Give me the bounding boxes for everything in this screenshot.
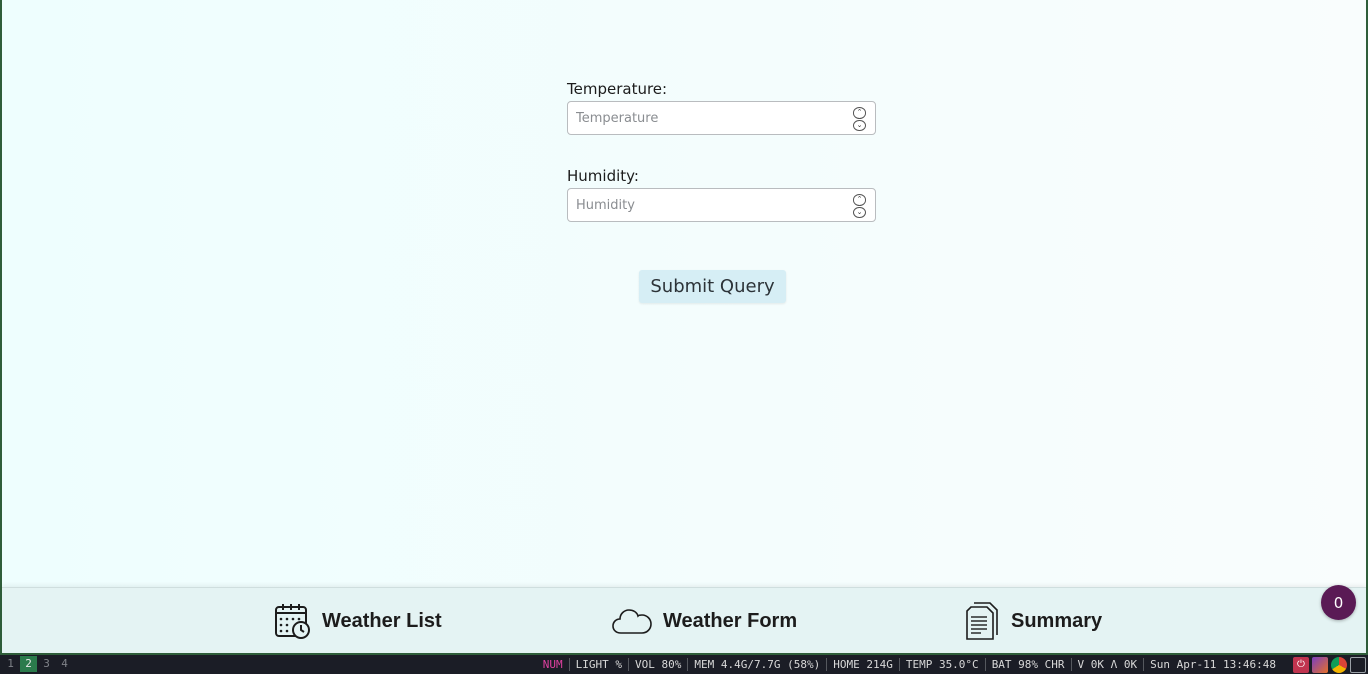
temperature-label: Temperature:	[567, 80, 668, 98]
temperature-input[interactable]	[568, 102, 875, 134]
datetime-indicator: Sun Apr-11 13:46:48	[1150, 658, 1276, 671]
temp-indicator: TEMP 35.0°C	[900, 658, 986, 671]
nav-weather-list[interactable]: Weather List	[274, 602, 442, 640]
calendar-clock-icon	[275, 604, 310, 639]
stepper-up-icon[interactable]: ⌃	[853, 194, 866, 206]
temperature-input-wrapper: ⌃ ⌄	[567, 101, 876, 135]
workspace-1[interactable]: 1	[2, 656, 19, 672]
notification-badge[interactable]: 0	[1321, 585, 1356, 620]
submit-button[interactable]: Submit Query	[639, 270, 786, 303]
system-statusbar: 1 2 3 4 NUM LIGHT % VOL 80% MEM 4.4G/7.7…	[0, 655, 1368, 674]
display-icon[interactable]	[1350, 656, 1366, 673]
humidity-stepper[interactable]: ⌃ ⌄	[853, 194, 866, 218]
status-items: NUM LIGHT % VOL 80% MEM 4.4G/7.7G (58%) …	[537, 655, 1282, 674]
workspace-4[interactable]: 4	[56, 656, 73, 672]
app-window: Temperature: ⌃ ⌄ Humidity: ⌃ ⌄ Submit Qu…	[0, 0, 1368, 655]
temperature-field-group: Temperature: ⌃ ⌄	[567, 78, 876, 135]
nav-label-weather-form: Weather Form	[663, 609, 798, 632]
nav-label-summary: Summary	[1011, 609, 1103, 632]
document-icon	[966, 602, 998, 640]
battery-indicator: BAT 98% CHR	[986, 658, 1072, 671]
nav-label-weather-list: Weather List	[322, 609, 442, 632]
workspace-switcher: 1 2 3 4	[2, 656, 74, 672]
chrome-icon[interactable]	[1331, 656, 1347, 673]
humidity-field-group: Humidity: ⌃ ⌄	[567, 165, 876, 222]
bottom-nav: Weather List Weather Form Summary	[2, 587, 1366, 653]
humidity-input[interactable]	[568, 189, 875, 221]
power-icon[interactable]: ⏻	[1293, 656, 1309, 673]
nav-weather-form[interactable]: Weather Form	[611, 602, 797, 640]
volume-indicator: VOL 80%	[629, 658, 689, 671]
cloud-icon	[612, 609, 652, 634]
nav-summary[interactable]: Summary	[965, 602, 1102, 640]
home-disk-indicator: HOME 214G	[827, 658, 900, 671]
memory-indicator: MEM 4.4G/7.7G (58%)	[688, 658, 828, 671]
humidity-label: Humidity:	[567, 167, 639, 185]
workspace-2[interactable]: 2	[20, 656, 37, 672]
stepper-down-icon[interactable]: ⌄	[853, 206, 866, 218]
stepper-down-icon[interactable]: ⌄	[853, 119, 866, 131]
stepper-up-icon[interactable]: ⌃	[853, 107, 866, 119]
humidity-input-wrapper: ⌃ ⌄	[567, 188, 876, 222]
light-indicator: LIGHT %	[570, 658, 630, 671]
weather-form: Temperature: ⌃ ⌄ Humidity: ⌃ ⌄	[567, 78, 876, 252]
num-lock-indicator: NUM	[537, 658, 570, 671]
workspace-3[interactable]: 3	[38, 656, 55, 672]
system-tray: ⏻	[1293, 656, 1366, 673]
firefox-icon[interactable]	[1312, 656, 1328, 673]
temperature-stepper[interactable]: ⌃ ⌄	[853, 107, 866, 131]
network-indicator: V 0K Λ 0K	[1072, 658, 1145, 671]
